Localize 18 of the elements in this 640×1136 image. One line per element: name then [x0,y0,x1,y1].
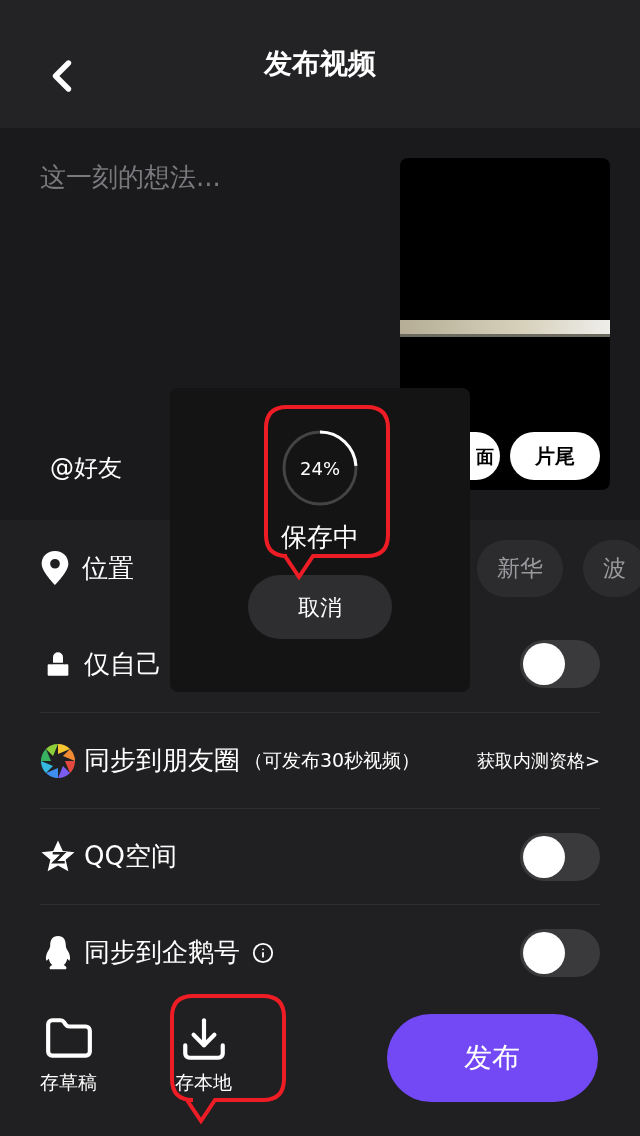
option-label: 仅自己 [84,647,162,681]
save-draft-button[interactable]: 存草稿 [40,1014,98,1097]
page-title: 发布视频 [264,46,376,82]
publish-button[interactable]: 发布 [386,1014,598,1102]
option-label: QQ空间 [84,840,177,873]
option-label: 同步到企鹅号 [84,936,240,969]
location-label: 位置 [82,551,134,585]
location-chip[interactable]: 新华 [477,539,563,597]
cancel-button[interactable]: 取消 [248,575,392,639]
option-note: （可发布30秒视频） [244,748,421,774]
mention-button[interactable]: @好友 [50,450,122,486]
option-label: 同步到朋友圈 [84,744,240,777]
caption-field[interactable]: 这一刻的想法... [40,158,360,197]
location-chip[interactable]: 波 [583,539,640,597]
cover-button[interactable]: 片尾 [510,432,600,480]
saving-status: 保存中 [281,521,359,554]
qualification-link[interactable]: 获取内测资格> [476,747,600,774]
progress-percent: 24% [300,456,340,481]
